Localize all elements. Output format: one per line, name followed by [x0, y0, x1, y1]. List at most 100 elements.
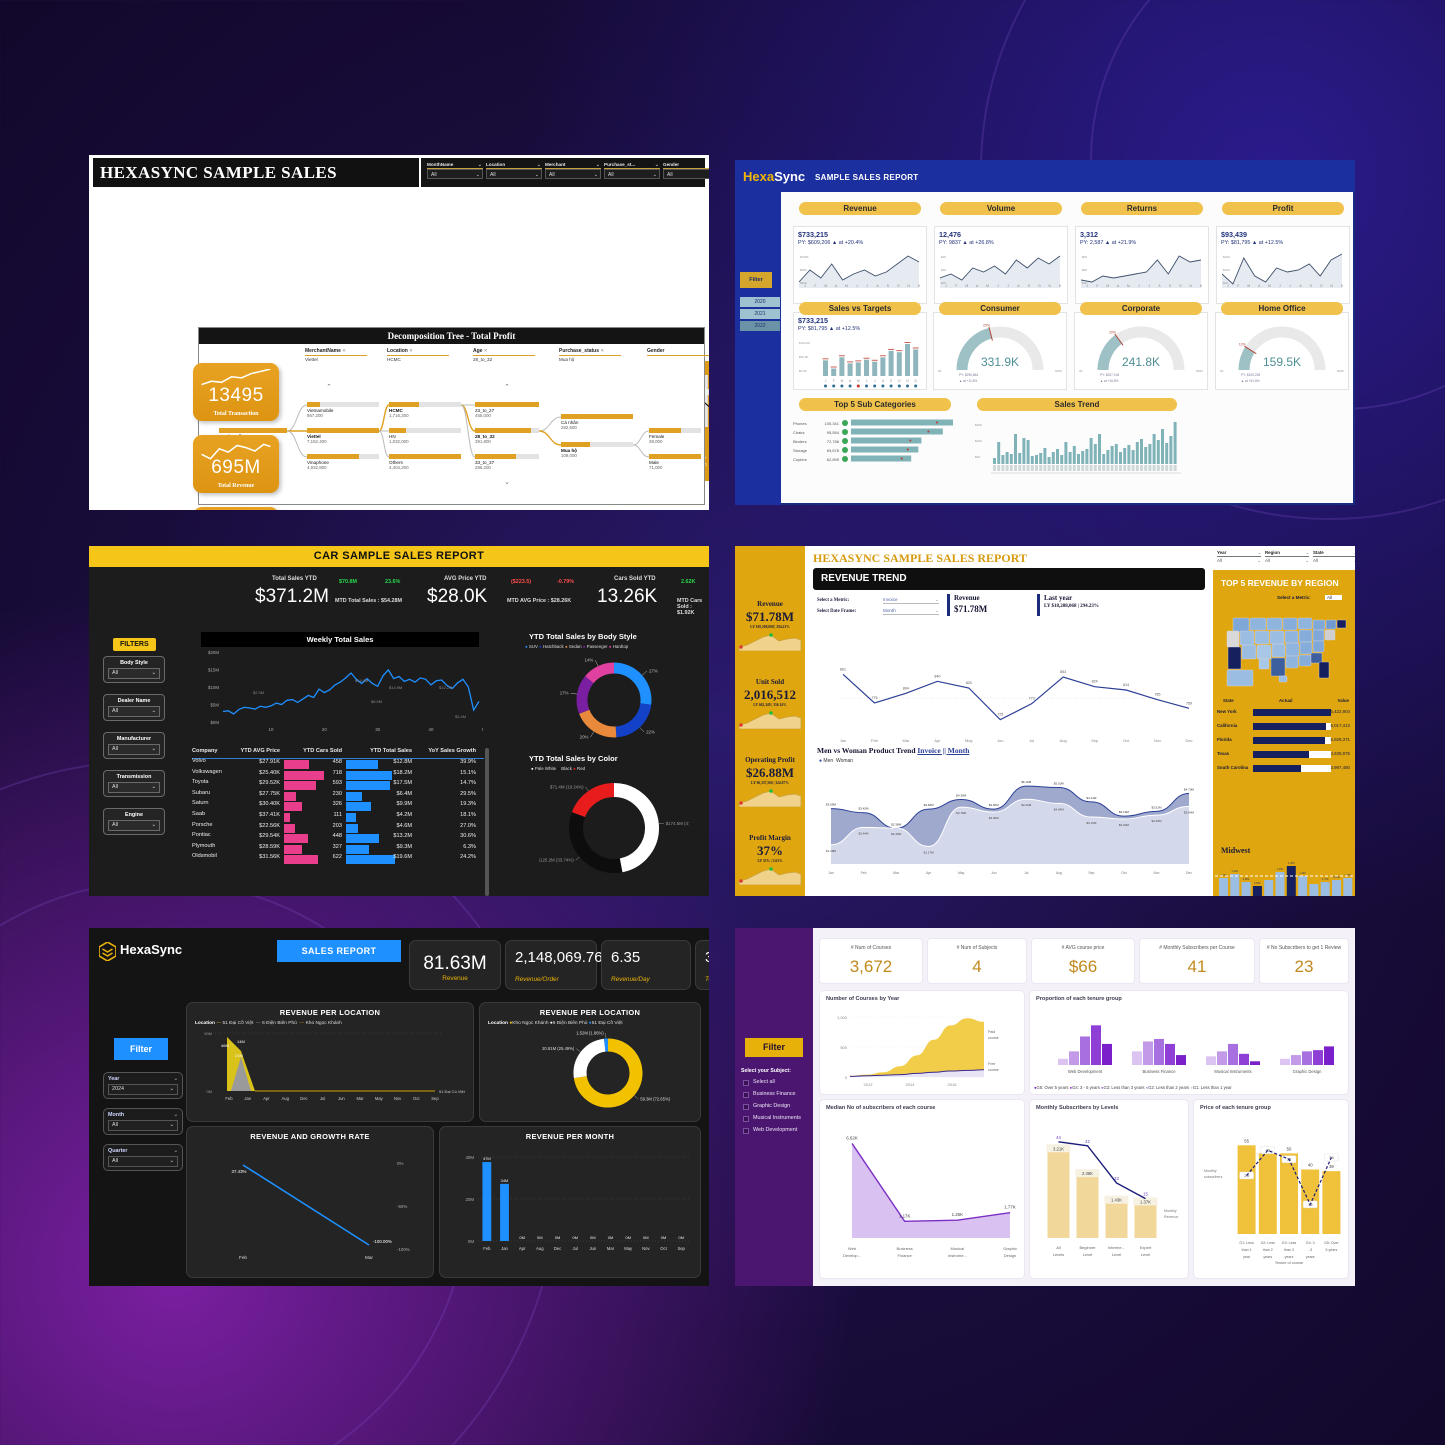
slicer-value[interactable]: All⌄	[1265, 558, 1309, 563]
subject-checkbox-graphic-design[interactable]: Graphic Design	[743, 1103, 790, 1110]
p5-slicer-quarter[interactable]: Quarter ⌄ All ⌄	[103, 1144, 183, 1171]
car-slicer-dealer-name[interactable]: Dealer Name All ⌄	[103, 694, 165, 721]
region-row[interactable]: Florida 5,928,371	[1215, 736, 1351, 745]
filter-button[interactable]: Filter	[740, 272, 772, 288]
table-row[interactable]: Saab $37.41K 111 $4.2M 18.1%	[192, 811, 484, 823]
slicer-merchant[interactable]: Merchant ⌄ All ⌄	[545, 162, 601, 179]
tree-node[interactable]: Female 38,000	[649, 428, 701, 444]
subject-checkbox-select-all[interactable]: Select all	[743, 1079, 775, 1086]
table-row[interactable]: Subaru $27.75K 230 $6.4M 29.5%	[192, 790, 484, 802]
slicer-value[interactable]: All⌄	[108, 706, 160, 717]
table-row[interactable]: Pontiac $29.54K 448 $13.2M 30.6%	[192, 833, 484, 844]
p5-slicer-year[interactable]: Year ⌄ 2024 ⌄	[103, 1072, 183, 1099]
checkbox-icon[interactable]	[743, 1116, 749, 1122]
slicer-gender[interactable]: Gender⌄ All⌄	[663, 162, 709, 179]
subject-checkbox-business-finance[interactable]: Business Finance	[743, 1091, 796, 1098]
sales-trend-title: Sales Trend	[977, 398, 1177, 411]
cell-cars-sold: 593	[332, 780, 342, 787]
slicer-value[interactable]: All⌄	[108, 744, 160, 755]
checkbox-icon[interactable]	[743, 1104, 749, 1110]
tree-node[interactable]: Vietnamobile 867,200	[307, 402, 379, 418]
tree-node[interactable]: 33_to_37 286,200	[475, 454, 539, 470]
tree-node[interactable]: Others 4,404,200	[389, 454, 461, 470]
slicer-value[interactable]: All⌄	[1313, 558, 1355, 563]
slicer-value[interactable]: All⌄	[663, 169, 709, 179]
slicer-value[interactable]: All⌄	[604, 169, 660, 179]
tree-column-merchantname[interactable]: MerchantName ✕ Viettel	[305, 348, 367, 362]
tree-node[interactable]: HN 1,032,000	[389, 428, 461, 444]
subject-checkbox-musical-instruments[interactable]: Musical Instruments	[743, 1115, 801, 1122]
slicer-value[interactable]: All⌄	[108, 668, 160, 679]
region-row[interactable]: California 6,017,413	[1215, 722, 1351, 731]
table-row[interactable]: Porsche $22.56K 203 $4.6M 27.0%	[192, 822, 484, 834]
slicer-value[interactable]: All⌄	[427, 169, 483, 179]
slicer-value[interactable]: All⌄	[108, 1120, 178, 1131]
filter-button-p6[interactable]: Filter	[745, 1038, 803, 1057]
col-header[interactable]: Company	[192, 748, 218, 754]
table-row[interactable]: Volvo $27.91K 458 $12.8M 39.9%	[192, 758, 484, 770]
sales-report-tag[interactable]: SALES REPORT	[277, 940, 401, 962]
svg-text:42: 42	[1085, 1139, 1090, 1144]
table-row[interactable]: Volkswagen $25.40K 718 $18.2M 15.1%	[192, 769, 484, 781]
checkbox-icon[interactable]	[743, 1080, 749, 1086]
region-row[interactable]: New York 6,422,904	[1215, 708, 1351, 717]
checkbox-icon[interactable]	[743, 1092, 749, 1098]
tree-node[interactable]: 23_to_27 455,000	[475, 402, 539, 418]
slicer-value[interactable]: All⌄	[108, 820, 160, 831]
slicer-value[interactable]: All⌄	[545, 169, 601, 179]
col-header[interactable]: YTD AVG Price	[238, 748, 280, 754]
slicer-monthname[interactable]: MonthName ⌄ All ⌄	[427, 162, 483, 179]
p4-slicer-year[interactable]: Year ⌄ All ⌄	[1217, 550, 1261, 563]
year-filter-2022[interactable]: 2022	[740, 321, 780, 331]
tree-node[interactable]: 28_to_32 391,800	[475, 428, 539, 444]
region-row[interactable]: Texas 4,635,975	[1215, 750, 1351, 759]
close-icon[interactable]: ✕	[600, 348, 604, 353]
table-row[interactable]: Toyota $29.52K 593 $17.5M 14.7%	[192, 780, 484, 791]
p5-slicer-month[interactable]: Month ⌄ All ⌄	[103, 1108, 183, 1135]
filter-button-p5[interactable]: Filter	[114, 1038, 168, 1060]
tree-node[interactable]: Viettel 7,152,400	[307, 428, 379, 444]
tree-column-gender[interactable]: Gender	[647, 348, 709, 357]
table-row[interactable]: Saturn $30.40K 326 $9.9M 19.3%	[192, 801, 484, 812]
checkbox-icon[interactable]	[743, 1128, 749, 1134]
subject-checkbox-web-development[interactable]: Web Development	[743, 1127, 797, 1134]
table-row[interactable]: Plymouth $28.59K 327 $9.3M 6.3%	[192, 843, 484, 855]
region-row[interactable]: South Carolina 3,997,480	[1215, 764, 1351, 773]
slicer-value[interactable]: All⌄	[1217, 558, 1261, 563]
slicer-location[interactable]: Location ⌄ All ⌄	[486, 162, 542, 179]
tree-column-location[interactable]: Location ✕ HCMC	[387, 348, 449, 362]
tree-column-purchase_status[interactable]: Purchase_status ✕ Mua hộ	[559, 348, 621, 362]
year-filter-2021[interactable]: 2021	[740, 309, 780, 319]
car-slicer-engine[interactable]: Engine All ⌄	[103, 808, 165, 835]
control-value[interactable]: Month ⌄	[883, 608, 939, 615]
tree-node[interactable]: HCMC 1,716,200	[389, 402, 461, 418]
p4-slicer-region[interactable]: Region ⌄ All ⌄	[1265, 550, 1309, 563]
car-slicer-body-style[interactable]: Body Style All ⌄	[103, 656, 165, 683]
tree-node[interactable]: Mua hộ 109,000	[561, 442, 633, 458]
tree-node[interactable]: Cá nhân 282,600	[561, 414, 633, 430]
region-metric-value[interactable]: All	[1325, 595, 1343, 600]
p4-slicer-state[interactable]: State⌄All⌄	[1313, 550, 1355, 563]
close-icon[interactable]: ✕	[484, 348, 488, 353]
slicer-value[interactable]: 2024 ⌄	[108, 1084, 178, 1095]
slicer-value[interactable]: All⌄	[108, 1156, 178, 1167]
table-row[interactable]: Oldsmobil $31.56K 622 $19.6M 24.2%	[192, 854, 484, 865]
slicer-value[interactable]: All⌄	[108, 782, 160, 793]
menwoman-link[interactable]: Invoice || Month	[917, 746, 969, 755]
car-slicer-manufacturer[interactable]: Manufacturer All ⌄	[103, 732, 165, 759]
tree-node[interactable]: Vinaphone 4,932,800	[307, 454, 379, 470]
tree-column-age[interactable]: Age ✕ 28_to_32	[473, 348, 535, 362]
slicer-purchasest[interactable]: Purchase_st... ⌄ All ⌄	[604, 162, 660, 179]
car-slicer-transmission[interactable]: Transmission All ⌄	[103, 770, 165, 797]
col-header[interactable]: YoY Sales Growth	[416, 748, 476, 754]
year-filter-2020[interactable]: 2020	[740, 297, 780, 307]
car-table[interactable]: Company YTD AVG Price YTD Cars Sold YTD Tot…	[192, 748, 484, 865]
table-scrollbar[interactable]	[485, 748, 489, 896]
control-value[interactable]: Invoice ⌄	[883, 597, 939, 604]
col-header[interactable]: YTD Cars Sold	[284, 748, 342, 754]
col-header[interactable]: YTD Total Sales	[346, 748, 412, 754]
slicer-value[interactable]: All⌄	[486, 169, 542, 179]
close-icon[interactable]: ✕	[342, 348, 346, 353]
close-icon[interactable]: ✕	[409, 348, 413, 353]
tree-node[interactable]: Male 71,000	[649, 454, 701, 470]
